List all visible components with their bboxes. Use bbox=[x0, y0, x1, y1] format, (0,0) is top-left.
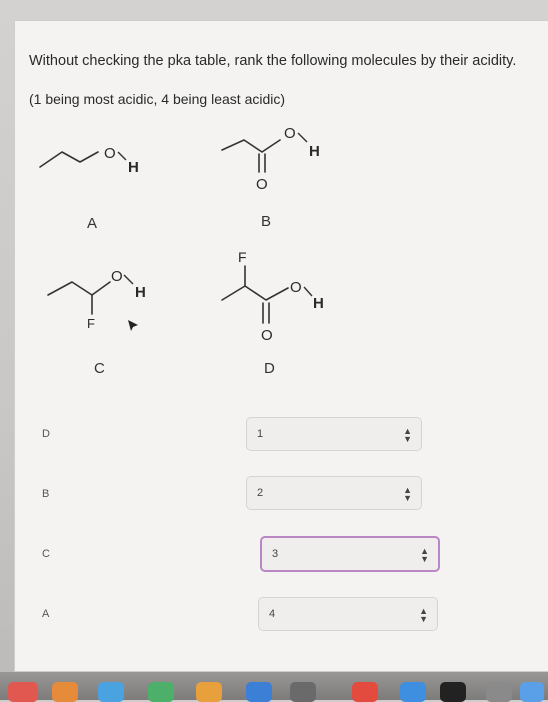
molecule-b-carbonyl-oxygen: O bbox=[256, 176, 268, 193]
molecule-b-bonds bbox=[221, 139, 281, 153]
molecule-b-oxygen: O bbox=[284, 125, 296, 142]
molecule-a-bonds bbox=[39, 151, 99, 168]
molecule-c-hydrogen: H bbox=[135, 284, 146, 301]
rank-select-value: 3 bbox=[272, 548, 279, 560]
dock-app-icon[interactable] bbox=[290, 682, 316, 702]
chevron-up-down-icon: ▲ ▼ bbox=[419, 606, 428, 624]
dock-app-icon[interactable] bbox=[52, 682, 78, 702]
chevron-up-down-icon: ▲ ▼ bbox=[420, 546, 429, 564]
molecule-label-b: B bbox=[261, 213, 272, 230]
dock-app-icon[interactable] bbox=[246, 682, 272, 702]
molecule-c-bonds bbox=[47, 281, 111, 296]
molecule-label-c: C bbox=[94, 360, 105, 377]
molecule-c-oxygen: O bbox=[111, 268, 123, 285]
dock-app-icon[interactable] bbox=[486, 682, 512, 702]
screen-background: Without checking the pka table, rank the… bbox=[0, 0, 548, 702]
dock-app-icon[interactable] bbox=[196, 682, 222, 702]
dock-app-icon[interactable] bbox=[520, 682, 544, 702]
dock-app-icon[interactable] bbox=[352, 682, 378, 702]
molecule-d-hydrogen: H bbox=[313, 295, 324, 312]
molecule-d-fluorine: F bbox=[238, 249, 247, 265]
dock-app-icon[interactable] bbox=[400, 682, 426, 702]
rank-select-value: 2 bbox=[257, 487, 264, 499]
dock-app-icon[interactable] bbox=[148, 682, 174, 702]
chevron-up-down-icon: ▲ ▼ bbox=[403, 426, 412, 444]
molecule-structures: O H O H O O H F F O H O bbox=[39, 125, 324, 344]
rank-select-b[interactable]: 2 ▲ ▼ bbox=[246, 476, 422, 510]
mouse-cursor-icon bbox=[128, 320, 138, 331]
molecule-a-oxygen: O bbox=[104, 145, 116, 162]
rank-select-a[interactable]: 4 ▲ ▼ bbox=[258, 597, 438, 631]
rank-select-value: 1 bbox=[257, 428, 264, 440]
molecule-d-bonds bbox=[221, 285, 289, 301]
ranking-row-label-1: D bbox=[42, 428, 50, 440]
dock-app-icon[interactable] bbox=[98, 682, 124, 702]
molecule-label-a: A bbox=[87, 215, 98, 232]
dock-app-icon[interactable] bbox=[8, 682, 38, 702]
molecule-a-hydrogen: H bbox=[128, 159, 139, 176]
molecule-b-hydrogen: H bbox=[309, 143, 320, 160]
rank-select-d[interactable]: 1 ▲ ▼ bbox=[246, 417, 422, 451]
molecule-c-fluorine: F bbox=[87, 316, 95, 331]
terminal-icon[interactable] bbox=[440, 682, 466, 702]
molecule-label-d: D bbox=[264, 360, 275, 377]
molecule-d-carbonyl-oxygen: O bbox=[261, 327, 273, 344]
chevron-up-down-icon: ▲ ▼ bbox=[403, 485, 412, 503]
ranking-row-label-3: C bbox=[42, 548, 50, 560]
ranking-row-label-4: A bbox=[42, 608, 50, 620]
rank-select-value: 4 bbox=[269, 608, 276, 620]
dock bbox=[0, 672, 548, 702]
molecule-d-oxygen: O bbox=[290, 279, 302, 296]
rank-select-c[interactable]: 3 ▲ ▼ bbox=[260, 536, 440, 572]
ranking-row-label-2: B bbox=[42, 488, 50, 500]
